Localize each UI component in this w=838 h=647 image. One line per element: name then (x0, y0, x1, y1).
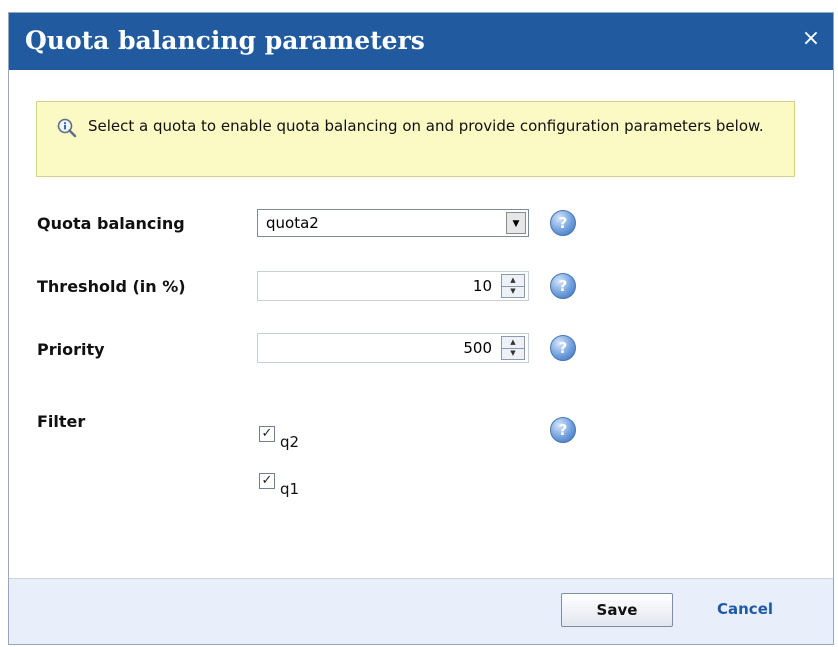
filter-checkbox-q2[interactable]: ✓ (259, 426, 275, 442)
threshold-label: Threshold (in %) (37, 277, 186, 296)
dialog-title: Quota balancing parameters (25, 26, 425, 55)
close-icon[interactable]: × (799, 27, 823, 51)
filter-checkbox-q1[interactable]: ✓ (259, 473, 275, 489)
info-message-text: Select a quota to enable quota balancing… (88, 117, 764, 135)
filter-option-label: q2 (280, 433, 300, 451)
threshold-spin-buttons: ▲ ▼ (501, 274, 525, 298)
quota-balancing-value: quota2 (266, 214, 319, 232)
threshold-stepper[interactable]: 10 ▲ ▼ (257, 271, 529, 301)
info-magnifier-icon (57, 118, 77, 138)
help-icon[interactable]: ? (550, 335, 576, 361)
priority-label: Priority (37, 340, 105, 359)
filter-option-label: q1 (280, 480, 300, 498)
priority-value: 500 (463, 339, 492, 357)
priority-stepper[interactable]: 500 ▲ ▼ (257, 333, 529, 363)
help-icon[interactable]: ? (550, 417, 576, 443)
priority-spin-buttons: ▲ ▼ (501, 336, 525, 360)
spin-down-icon[interactable]: ▼ (502, 348, 524, 359)
filter-label: Filter (37, 412, 86, 431)
quota-balancing-dialog: Quota balancing parameters × Select a qu… (8, 12, 834, 645)
threshold-value: 10 (472, 277, 492, 295)
dialog-titlebar: Quota balancing parameters × (9, 13, 833, 70)
help-icon[interactable]: ? (550, 273, 576, 299)
chevron-down-icon[interactable]: ▼ (506, 212, 526, 234)
cancel-link[interactable]: Cancel (717, 600, 773, 618)
spin-down-icon[interactable]: ▼ (502, 286, 524, 297)
help-icon[interactable]: ? (550, 210, 576, 236)
quota-balancing-select[interactable]: quota2 ▼ (257, 209, 529, 237)
info-message-box: Select a quota to enable quota balancing… (36, 101, 795, 177)
dialog-footer: Save Cancel (9, 578, 833, 644)
save-button[interactable]: Save (561, 593, 673, 627)
quota-balancing-label: Quota balancing (37, 214, 185, 233)
